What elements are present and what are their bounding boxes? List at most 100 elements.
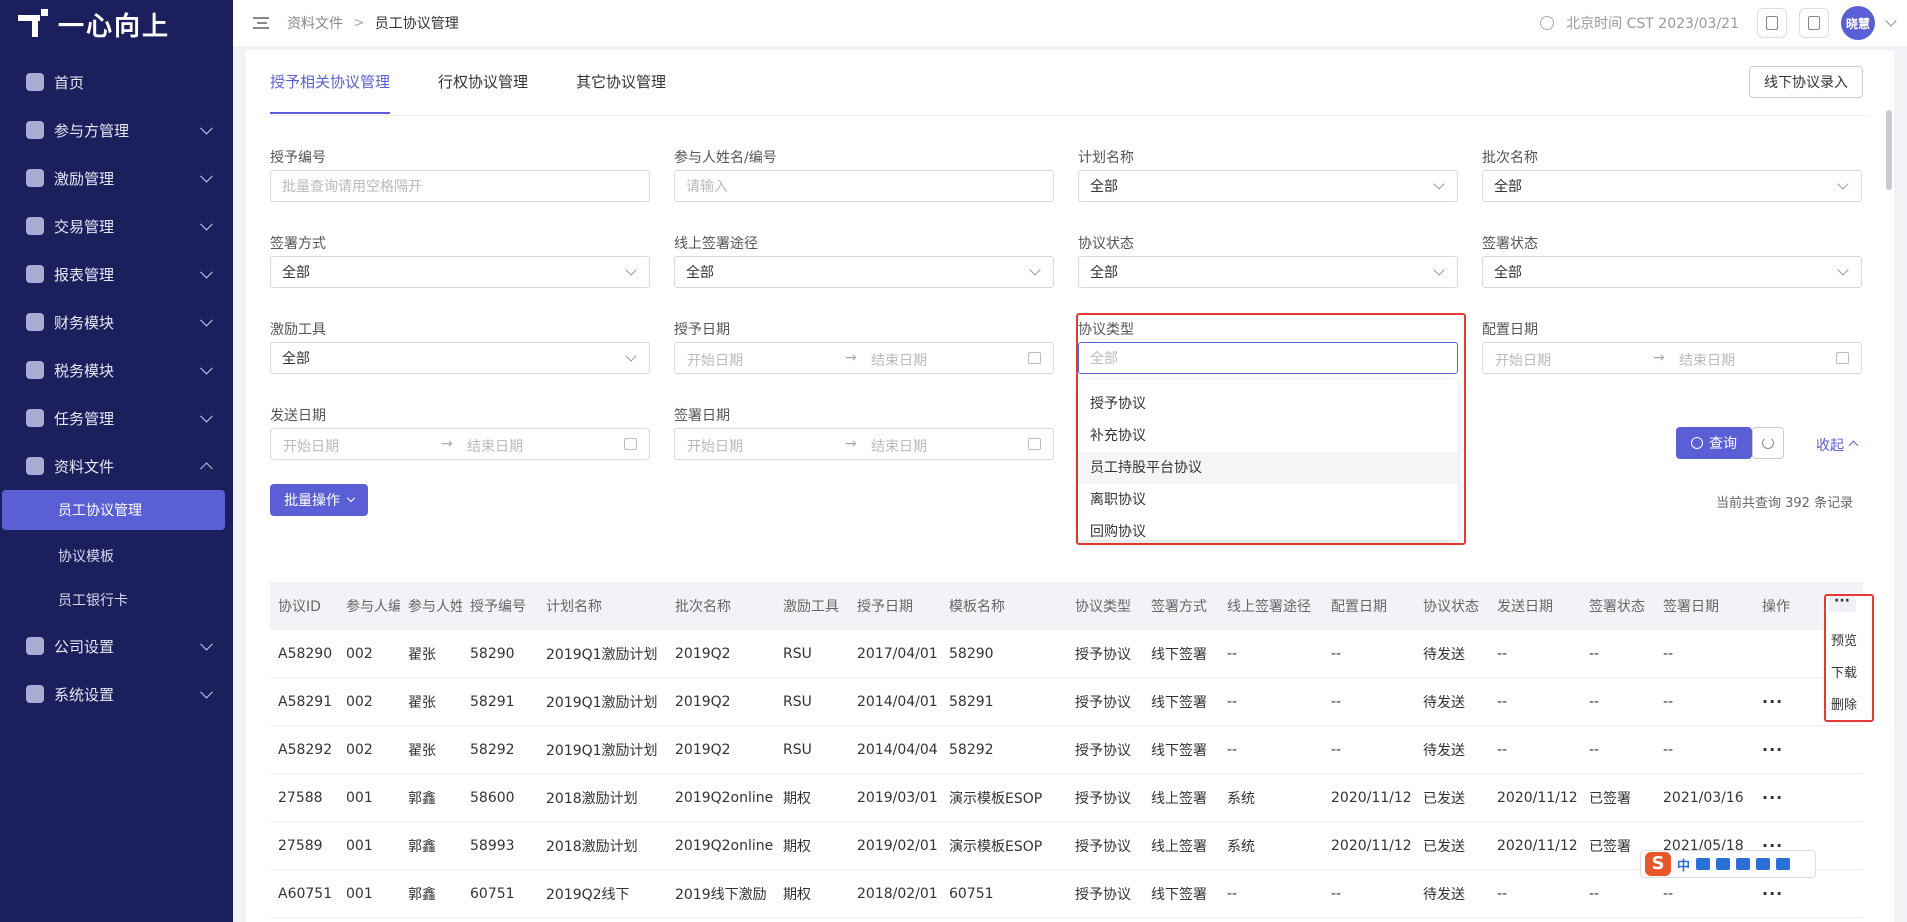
- table-cell: 27588: [278, 789, 323, 806]
- dropdown-option[interactable]: 授予协议: [1078, 388, 1458, 420]
- dropdown-option[interactable]: 回购协议: [1078, 516, 1458, 548]
- tab-other-agreements[interactable]: 其它协议管理: [576, 50, 666, 114]
- more-actions-icon[interactable]: ···: [1754, 692, 1804, 711]
- skin-icon[interactable]: [1756, 858, 1771, 870]
- tab-exercise-agreements[interactable]: 行权协议管理: [438, 50, 528, 114]
- config-date-range[interactable]: 开始日期 → 结束日期: [1482, 342, 1862, 374]
- sidebar-subitem[interactable]: 员工银行卡: [0, 578, 233, 622]
- table-cell: 线上签署: [1151, 790, 1207, 807]
- grant-date-end[interactable]: 结束日期: [871, 350, 927, 370]
- table-cell: 58291: [949, 693, 994, 710]
- participant-input[interactable]: 请输入: [674, 170, 1054, 202]
- more-actions-icon[interactable]: ···: [1754, 788, 1804, 807]
- online-channel-select[interactable]: 全部: [674, 256, 1054, 288]
- arrow-right-icon: →: [441, 436, 453, 452]
- menu-collapse-icon[interactable]: [253, 17, 269, 29]
- table-cell: 郭鑫: [408, 838, 436, 855]
- logo-icon: [18, 9, 52, 39]
- tax-icon: [26, 361, 44, 379]
- microphone-icon[interactable]: [1716, 858, 1731, 870]
- sidebar-item[interactable]: 报表管理: [0, 250, 233, 298]
- config-date-label: 配置日期: [1482, 322, 1538, 338]
- table-row: A58292 002 翟张 58292 2019Q1激励计划 2019Q2 RSU 2014/…: [270, 726, 1863, 774]
- column-header: 签署日期: [1663, 599, 1719, 615]
- agreement-status-select[interactable]: 全部: [1078, 256, 1458, 288]
- ime-toolbar[interactable]: S 中: [1640, 850, 1816, 878]
- send-date-end[interactable]: 结束日期: [467, 436, 523, 456]
- sign-date-end[interactable]: 结束日期: [871, 436, 927, 456]
- sidebar-item[interactable]: 任务管理: [0, 394, 233, 442]
- finance-icon: [26, 313, 44, 331]
- sidebar-subitem[interactable]: 员工协议管理: [2, 490, 225, 530]
- grid-icon[interactable]: [1776, 858, 1791, 870]
- sidebar-item[interactable]: 系统设置: [0, 670, 233, 718]
- table-cell: 58600: [470, 789, 515, 806]
- sidebar-item[interactable]: 财务模块: [0, 298, 233, 346]
- tabs-divider: [270, 115, 1870, 116]
- more-actions-icon[interactable]: ···: [1754, 740, 1804, 759]
- table-cell: 演示模板ESOP: [949, 838, 1043, 855]
- dropdown-option[interactable]: 离职协议: [1078, 484, 1458, 516]
- grant-date-range[interactable]: 开始日期 → 结束日期: [674, 342, 1054, 374]
- table-cell: 授予协议: [1075, 790, 1131, 807]
- table-cell: 系统: [1227, 838, 1255, 855]
- agreements-table: 协议ID 参与人编号参与人姓名授予编号 计划名称 批次名称 激励工具 授予日期 模板名称 协议…: [270, 582, 1863, 922]
- sidebar-item[interactable]: 参与方管理: [0, 106, 233, 154]
- column-header: 签署状态: [1589, 599, 1645, 615]
- config-date-end[interactable]: 结束日期: [1679, 350, 1735, 370]
- table-row: A58290 002 翟张 58290 2019Q1激励计划 2019Q2 RSU 2017/…: [270, 630, 1863, 678]
- download-action[interactable]: 下载: [1831, 662, 1857, 681]
- sign-status-select[interactable]: 全部: [1482, 256, 1862, 288]
- more-actions-icon[interactable]: ···: [1754, 884, 1804, 903]
- incentive-tool-select[interactable]: 全部: [270, 342, 650, 374]
- sign-date-start[interactable]: 开始日期: [687, 436, 743, 456]
- table-cell: 待发送: [1423, 646, 1465, 663]
- clipboard-button[interactable]: [1757, 8, 1787, 38]
- table-cell: --: [1663, 885, 1674, 902]
- send-date-start[interactable]: 开始日期: [283, 436, 339, 456]
- clipboard-icon: [1766, 16, 1778, 30]
- scrollbar[interactable]: [1886, 110, 1892, 190]
- sidebar-item[interactable]: 交易管理: [0, 202, 233, 250]
- batch-name-select[interactable]: 全部: [1482, 170, 1862, 202]
- table-cell: 郭鑫: [408, 886, 436, 903]
- table-cell: 2019线下激励: [675, 886, 767, 903]
- offline-agreement-entry-button[interactable]: 线下协议录入: [1749, 66, 1863, 98]
- table-cell: 授予协议: [1075, 838, 1131, 855]
- reset-button[interactable]: [1752, 427, 1784, 459]
- sidebar-nav: 首页 参与方管理 激励管理 交易管理 报表管理 财务模块 税务模块 任务管理 资料文件 员工协议管…: [0, 58, 233, 718]
- chevron-up-icon: [1848, 440, 1859, 451]
- preview-action[interactable]: 预览: [1831, 630, 1857, 649]
- dropdown-option[interactable]: 补充协议: [1078, 420, 1458, 452]
- sidebar-item[interactable]: 公司设置: [0, 622, 233, 670]
- dropdown-option[interactable]: 员工持股平台协议: [1078, 452, 1458, 484]
- keyboard-icon[interactable]: [1736, 858, 1751, 870]
- delete-action[interactable]: 删除: [1831, 694, 1857, 713]
- config-date-start[interactable]: 开始日期: [1495, 350, 1551, 370]
- tab-grant-agreements[interactable]: 授予相关协议管理: [270, 50, 391, 114]
- query-button[interactable]: 查询: [1676, 427, 1752, 459]
- grant-date-start[interactable]: 开始日期: [687, 350, 743, 370]
- more-actions-icon[interactable]: ···: [1828, 594, 1856, 612]
- table-cell: 期权: [783, 886, 811, 903]
- sidebar-item[interactable]: 首页: [0, 58, 233, 106]
- plan-name-select[interactable]: 全部: [1078, 170, 1458, 202]
- avatar[interactable]: 晓慧: [1841, 6, 1875, 40]
- sign-method-select[interactable]: 全部: [270, 256, 650, 288]
- logo[interactable]: 一心向上: [0, 0, 233, 48]
- ime-mode-text[interactable]: 中: [1677, 855, 1690, 874]
- breadcrumb-item-parent[interactable]: 资料文件: [287, 13, 343, 33]
- sidebar-item[interactable]: 资料文件: [0, 442, 233, 490]
- sidebar-item[interactable]: 激励管理: [0, 154, 233, 202]
- time-display: 北京时间 CST 2023/03/21: [1566, 16, 1739, 32]
- batch-operations-button[interactable]: 批量操作: [270, 484, 368, 516]
- send-date-range[interactable]: 开始日期 → 结束日期: [270, 428, 650, 460]
- punctuation-icon[interactable]: [1696, 858, 1711, 870]
- sidebar-item[interactable]: 税务模块: [0, 346, 233, 394]
- chevron-down-icon[interactable]: [1885, 15, 1897, 27]
- sign-date-range[interactable]: 开始日期 → 结束日期: [674, 428, 1054, 460]
- grant-no-input[interactable]: 批量查询请用空格隔开: [270, 170, 650, 202]
- collapse-filters-link[interactable]: 收起: [1816, 435, 1859, 455]
- notes-button[interactable]: [1799, 8, 1829, 38]
- sidebar-subitem[interactable]: 协议模板: [0, 534, 233, 578]
